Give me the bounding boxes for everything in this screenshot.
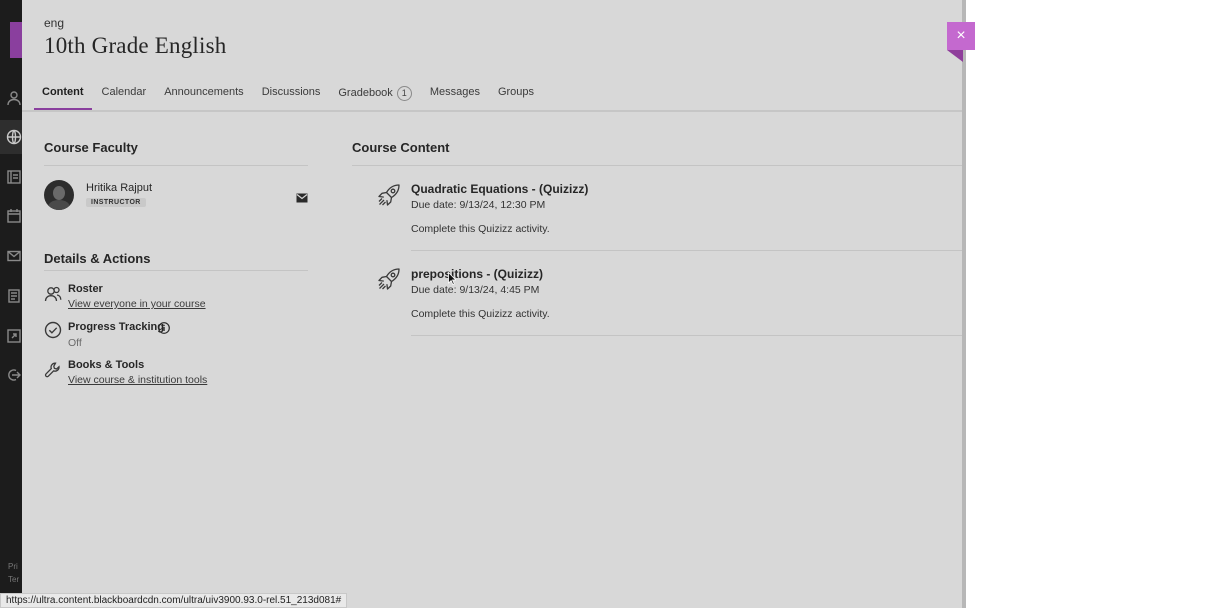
status-bar-url: https://ultra.content.blackboardcdn.com/… — [0, 593, 348, 608]
check-circle-icon — [44, 321, 62, 339]
course-title: 10th Grade English — [44, 33, 227, 58]
course-faculty-heading: Course Faculty — [44, 140, 138, 155]
content-item-description: Complete this Quizizz activity. — [411, 308, 550, 320]
course-panel: eng 10th Grade English Content Calendar … — [22, 0, 964, 608]
content-item-divider — [411, 335, 964, 336]
sign-out-icon[interactable] — [6, 367, 22, 383]
calendar-icon[interactable] — [6, 208, 22, 224]
courses-icon[interactable] — [6, 169, 22, 185]
tab-label: Gradebook — [338, 87, 393, 99]
wrench-icon — [44, 361, 62, 379]
progress-tracking-status: Off — [68, 337, 82, 349]
faculty-role-badge: INSTRUCTOR — [86, 198, 146, 207]
content-item-due-date: Due date: 9/13/24, 4:45 PM — [411, 284, 540, 296]
avatar[interactable] — [44, 180, 74, 210]
tab-label: Messages — [429, 86, 480, 98]
progress-tracking-title: Progress Tracking — [68, 321, 164, 333]
content-item-title[interactable]: prepositions - (Quizizz) — [411, 267, 543, 281]
tab-discussions[interactable]: Discussions — [254, 80, 329, 111]
content-item-description: Complete this Quizizz activity. — [411, 223, 550, 235]
close-button-tab-fold — [947, 50, 963, 62]
rail-footer-line1: Pri — [8, 562, 18, 571]
tab-announcements[interactable]: Announcements — [156, 80, 252, 111]
close-panel-button[interactable]: × — [947, 22, 975, 50]
grades-icon[interactable] — [6, 288, 22, 304]
faculty-name: Hritika Rajput — [86, 182, 153, 194]
tab-calendar[interactable]: Calendar — [94, 80, 155, 111]
mouse-cursor-icon — [448, 271, 457, 286]
tab-label: Discussions — [261, 86, 321, 98]
content-item-due-date: Due date: 9/13/24, 12:30 PM — [411, 199, 546, 211]
envelope-icon[interactable] — [296, 190, 308, 203]
globe-icon[interactable] — [6, 129, 22, 145]
tab-content[interactable]: Content — [34, 80, 92, 111]
details-actions-heading: Details & Actions — [44, 251, 151, 266]
gradebook-count-badge: 1 — [396, 86, 412, 101]
content-divider — [352, 165, 964, 166]
tab-label: Content — [42, 86, 84, 98]
people-icon — [44, 285, 62, 303]
avatar-face — [53, 186, 65, 200]
brand-logo — [10, 22, 22, 58]
course-content-heading: Course Content — [352, 140, 450, 155]
messages-icon[interactable] — [6, 248, 22, 264]
tab-gradebook[interactable]: Gradebook 1 — [330, 80, 419, 111]
books-tools-link[interactable]: View course & institution tools — [68, 374, 207, 386]
tab-label: Announcements — [164, 86, 244, 98]
roster-title: Roster — [68, 283, 103, 295]
close-icon: × — [956, 27, 966, 44]
tab-messages[interactable]: Messages — [422, 80, 488, 111]
tools-icon[interactable] — [6, 328, 22, 344]
tabs-divider — [22, 110, 964, 112]
roster-link[interactable]: View everyone in your course — [68, 298, 206, 310]
course-code: eng — [44, 16, 65, 30]
user-icon[interactable] — [6, 90, 22, 106]
background-page — [966, 0, 1206, 608]
rocket-icon — [376, 266, 402, 292]
books-tools-title: Books & Tools — [68, 359, 145, 371]
rocket-icon — [376, 182, 402, 208]
tab-groups[interactable]: Groups — [490, 80, 542, 111]
tab-label: Groups — [497, 86, 535, 98]
rail-footer-line2: Ter — [8, 575, 20, 584]
avatar-shoulders — [48, 200, 70, 210]
content-item-divider — [411, 250, 964, 251]
info-icon[interactable] — [158, 321, 170, 334]
tab-label: Calendar — [101, 86, 147, 98]
app-navigation-rail: Pri Ter — [0, 0, 22, 608]
details-divider — [44, 270, 308, 271]
content-item-title[interactable]: Quadratic Equations - (Quizizz) — [411, 182, 588, 196]
course-tabs: Content Calendar Announcements Discussio… — [34, 80, 544, 111]
faculty-divider — [44, 165, 308, 166]
